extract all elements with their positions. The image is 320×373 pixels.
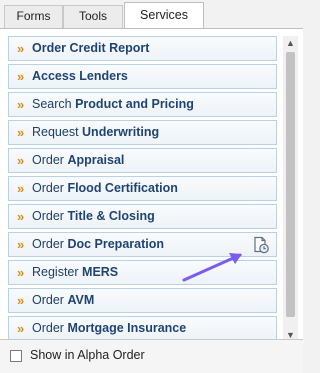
- service-item-prefix: Order: [32, 293, 68, 307]
- service-item-label: Order Credit Report: [32, 41, 150, 55]
- alpha-order-checkbox[interactable]: [10, 350, 22, 362]
- service-item-order-appraisal[interactable]: » Order Appraisal: [8, 148, 277, 173]
- services-panel: » Order Credit Report » Access Lenders »…: [0, 28, 303, 373]
- service-item-order-mortgage-insurance[interactable]: » Order Mortgage Insurance: [8, 316, 277, 341]
- chevron-bullet-icon: »: [17, 293, 25, 308]
- tab-tools[interactable]: Tools: [63, 5, 123, 28]
- chevron-bullet-icon: »: [17, 125, 25, 140]
- service-item-label: Appraisal: [67, 153, 125, 167]
- tab-bar: Forms Tools Services: [0, 0, 303, 29]
- service-item-label: Flood Certification: [67, 181, 178, 195]
- scrollbar-thumb[interactable]: [286, 52, 295, 317]
- service-item-prefix: Register: [32, 265, 83, 279]
- annotation-arrow-icon: [182, 253, 242, 282]
- alpha-order-label[interactable]: Show in Alpha Order: [30, 348, 145, 362]
- service-item-label: MERS: [82, 265, 119, 279]
- service-item-access-lenders[interactable]: » Access Lenders: [8, 64, 277, 89]
- service-item-prefix: Order: [32, 209, 68, 223]
- service-item-prefix: Search: [32, 97, 76, 111]
- service-item-label: Product and Pricing: [75, 97, 194, 111]
- service-item-prefix: Order: [32, 181, 68, 195]
- chevron-bullet-icon: »: [17, 265, 25, 280]
- chevron-bullet-icon: »: [17, 181, 25, 196]
- footer: Show in Alpha Order: [0, 339, 303, 373]
- service-item-order-flood-certification[interactable]: » Order Flood Certification: [8, 176, 277, 201]
- chevron-bullet-icon: »: [17, 321, 25, 336]
- service-item-prefix: Order: [32, 321, 68, 335]
- service-item-label: Underwriting: [82, 125, 160, 139]
- chevron-bullet-icon: »: [17, 69, 25, 84]
- document-clock-icon[interactable]: [252, 236, 270, 254]
- service-item-request-underwriting[interactable]: » Request Underwriting: [8, 120, 277, 145]
- chevron-bullet-icon: »: [17, 237, 25, 252]
- service-item-prefix: Order: [32, 237, 68, 251]
- chevron-bullet-icon: »: [17, 97, 25, 112]
- tab-services[interactable]: Services: [124, 2, 204, 29]
- service-item-search-product-pricing[interactable]: » Search Product and Pricing: [8, 92, 277, 117]
- tab-forms[interactable]: Forms: [4, 5, 63, 28]
- service-item-label: AVM: [67, 293, 95, 307]
- chevron-bullet-icon: »: [17, 153, 25, 168]
- service-item-label: Title & Closing: [67, 209, 155, 223]
- service-item-order-avm[interactable]: » Order AVM: [8, 288, 277, 313]
- service-item-prefix: Request: [32, 125, 83, 139]
- service-item-order-credit-report[interactable]: » Order Credit Report: [8, 36, 277, 61]
- vertical-scrollbar[interactable]: ▲ ▼: [283, 36, 298, 342]
- scroll-up-icon[interactable]: ▲: [283, 36, 298, 50]
- chevron-bullet-icon: »: [17, 41, 25, 56]
- chevron-bullet-icon: »: [17, 209, 25, 224]
- services-list: » Order Credit Report » Access Lenders »…: [8, 36, 277, 344]
- service-item-order-title-closing[interactable]: » Order Title & Closing: [8, 204, 277, 229]
- service-item-label: Doc Preparation: [67, 237, 164, 251]
- service-item-prefix: Order: [32, 153, 68, 167]
- service-item-label: Mortgage Insurance: [67, 321, 187, 335]
- service-item-label: Access Lenders: [32, 69, 128, 83]
